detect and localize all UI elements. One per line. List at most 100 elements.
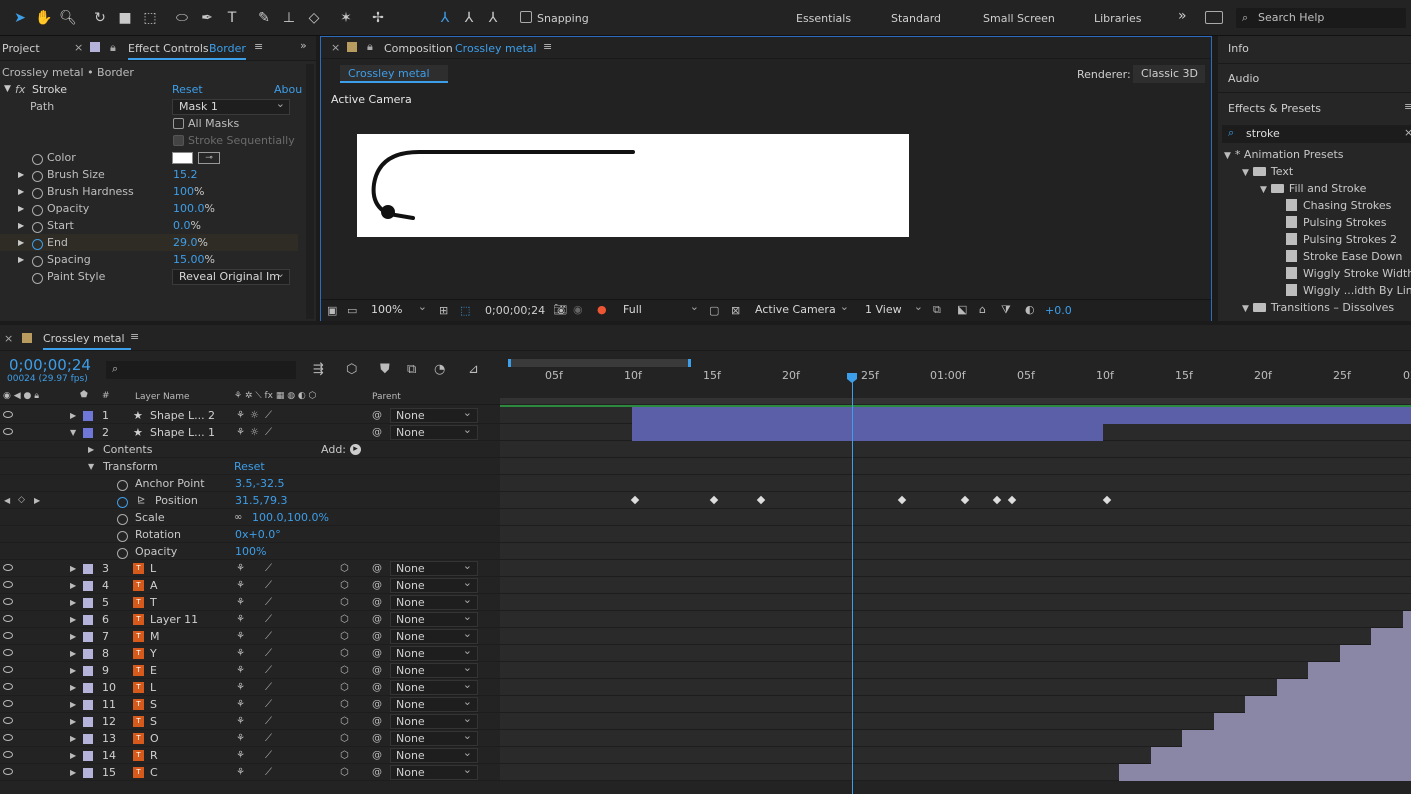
world-axis-icon[interactable]: ⅄ <box>459 8 479 28</box>
draft-3d-icon[interactable]: ⬡ <box>346 362 357 377</box>
scrollbar[interactable] <box>306 64 314 319</box>
layer-track[interactable] <box>500 645 1411 662</box>
parent-dropdown[interactable]: None <box>390 729 478 746</box>
transform-prop-row[interactable]: Opacity 100% <box>0 543 500 560</box>
hand-tool-icon[interactable]: ✋ <box>34 8 54 28</box>
layer-row[interactable]: ▶ 14 T R ⚘ ⟋ ⬡ @ None <box>0 746 500 764</box>
preset-item[interactable]: Pulsing Strokes 2 <box>1286 231 1397 248</box>
effect-prop-value[interactable]: 100.0% <box>173 200 215 217</box>
layer-color-label[interactable] <box>83 683 93 693</box>
color-swatch[interactable] <box>172 152 193 164</box>
add-keyframe-icon[interactable]: ◇ <box>18 492 25 509</box>
transform-prop-row[interactable]: ∞ Scale 100.0,100.0% <box>0 509 500 526</box>
layer-row[interactable]: ▶ 4 T A ⚘ ⟋ ⬡ @ None <box>0 576 500 594</box>
layer-name[interactable]: S <box>150 696 157 713</box>
pickwhip-icon[interactable]: @ <box>372 577 382 594</box>
fast-previews-icon[interactable]: ⬕ <box>957 303 967 316</box>
expand-triangle-icon[interactable]: ▶ <box>70 628 76 645</box>
layer-color-label[interactable] <box>83 598 93 608</box>
keyframe[interactable] <box>709 495 719 505</box>
always-preview-icon[interactable]: ▣ <box>327 304 337 317</box>
timeline-search-input[interactable]: ⌕ <box>106 361 296 379</box>
visibility-eye-icon[interactable] <box>3 598 13 605</box>
quality-slash-icon[interactable]: ⟋ <box>265 611 272 628</box>
collapse-switch-icon[interactable]: ⚘ <box>236 747 245 764</box>
keyframe[interactable] <box>1102 495 1112 505</box>
type-tool-icon[interactable]: T <box>222 8 242 28</box>
fx-icon[interactable]: fx <box>15 81 25 98</box>
layer-name[interactable]: T <box>150 594 157 611</box>
pickwhip-icon[interactable]: @ <box>372 662 382 679</box>
pickwhip-icon[interactable]: @ <box>372 594 382 611</box>
resolution-dropdown[interactable]: Full <box>617 300 703 319</box>
quality-slash-icon[interactable]: ⟋ <box>265 645 272 662</box>
parent-dropdown[interactable]: None <box>390 576 478 593</box>
close-icon[interactable]: × <box>74 41 83 54</box>
layer-track[interactable] <box>500 441 1411 458</box>
expand-triangle-icon[interactable]: ▼ <box>1242 168 1249 178</box>
layer-name[interactable]: L <box>150 679 156 696</box>
next-keyframe-icon[interactable]: ▶ <box>34 492 40 509</box>
pickwhip-icon[interactable]: @ <box>372 764 382 781</box>
parent-dropdown[interactable]: None <box>390 423 478 440</box>
expand-triangle-icon[interactable]: ▶ <box>18 251 24 268</box>
timeline-timecode[interactable]: 0;00;00;24 <box>9 356 91 374</box>
expand-triangle-icon[interactable]: ▶ <box>70 645 76 662</box>
pickwhip-icon[interactable]: @ <box>372 628 382 645</box>
monitor-icon[interactable]: ▭ <box>347 304 357 317</box>
layer-track[interactable] <box>500 509 1411 526</box>
collapse-switch-icon[interactable]: ⚘ <box>236 560 245 577</box>
3d-layer-icon[interactable]: ⬡ <box>340 560 349 577</box>
parent-dropdown[interactable]: None <box>390 712 478 729</box>
shy-layers-icon[interactable]: ⛊ <box>380 362 390 377</box>
puppet-pin-tool-icon[interactable]: ✢ <box>368 8 388 28</box>
layer-row[interactable]: ▶ 15 T C ⚘ ⟋ ⬡ @ None <box>0 763 500 781</box>
layer-color-label[interactable] <box>83 700 93 710</box>
visibility-eye-icon[interactable] <box>3 683 13 690</box>
magnification-dropdown[interactable]: 100% <box>365 300 431 319</box>
expand-triangle-icon[interactable]: ▶ <box>18 183 24 200</box>
show-snapshot-icon[interactable]: ◉ <box>573 303 583 316</box>
lock-icon[interactable]: 🔒︎ <box>367 40 373 54</box>
expand-triangle-icon[interactable]: ▶ <box>18 200 24 217</box>
layer-duration-bar[interactable] <box>632 424 1103 441</box>
preset-item[interactable]: Chasing Strokes <box>1286 197 1391 214</box>
close-icon[interactable]: × <box>331 41 340 54</box>
quality-switch-icon[interactable]: ☼ <box>250 407 259 424</box>
layer-duration-bar[interactable] <box>1214 713 1411 730</box>
3d-layer-icon[interactable]: ⬡ <box>340 645 349 662</box>
comp-subtab[interactable]: Crossley metal <box>340 65 448 83</box>
transform-reset-button[interactable]: Reset <box>234 458 265 475</box>
expand-triangle-icon[interactable]: ▶ <box>70 662 76 679</box>
tab-composition[interactable]: Composition <box>384 42 453 55</box>
layer-duration-bar[interactable] <box>1277 679 1411 696</box>
stroke-sequentially-checkbox[interactable] <box>173 135 184 146</box>
transform-prop-value[interactable]: 3.5,-32.5 <box>235 475 284 492</box>
layer-name[interactable]: M <box>150 628 160 645</box>
layer-color-label[interactable] <box>83 666 93 676</box>
3d-layer-icon[interactable]: ⬡ <box>340 747 349 764</box>
close-icon[interactable]: × <box>4 332 13 345</box>
parent-dropdown[interactable]: None <box>390 593 478 610</box>
all-masks-checkbox[interactable] <box>173 118 184 129</box>
visibility-eye-icon[interactable] <box>3 768 13 775</box>
layer-name[interactable]: C <box>150 764 158 781</box>
layer-color-label[interactable] <box>83 564 93 574</box>
layer-color-label[interactable] <box>83 649 93 659</box>
effect-prop-value[interactable]: 15.2 <box>173 166 198 183</box>
collapse-switch-icon[interactable]: ⚘ <box>236 611 245 628</box>
expand-triangle-icon[interactable]: ▶ <box>70 747 76 764</box>
keyframe[interactable] <box>756 495 766 505</box>
effect-prop-value[interactable]: 0.0% <box>173 217 201 234</box>
expand-triangle-icon[interactable]: ▶ <box>70 611 76 628</box>
layer-duration-bar[interactable] <box>1340 645 1411 662</box>
layer-track[interactable] <box>500 424 1411 441</box>
audio-panel-tab[interactable]: Audio <box>1218 65 1411 93</box>
parent-dropdown[interactable]: None <box>390 627 478 644</box>
keyframe[interactable] <box>1007 495 1017 505</box>
parent-dropdown[interactable]: None <box>390 610 478 627</box>
quality-slash-icon[interactable]: ⟋ <box>265 662 272 679</box>
layer-row[interactable]: ▶ 7 T M ⚘ ⟋ ⬡ @ None <box>0 627 500 645</box>
3d-layer-icon[interactable]: ⬡ <box>340 594 349 611</box>
layer-duration-bar[interactable] <box>1371 628 1411 645</box>
